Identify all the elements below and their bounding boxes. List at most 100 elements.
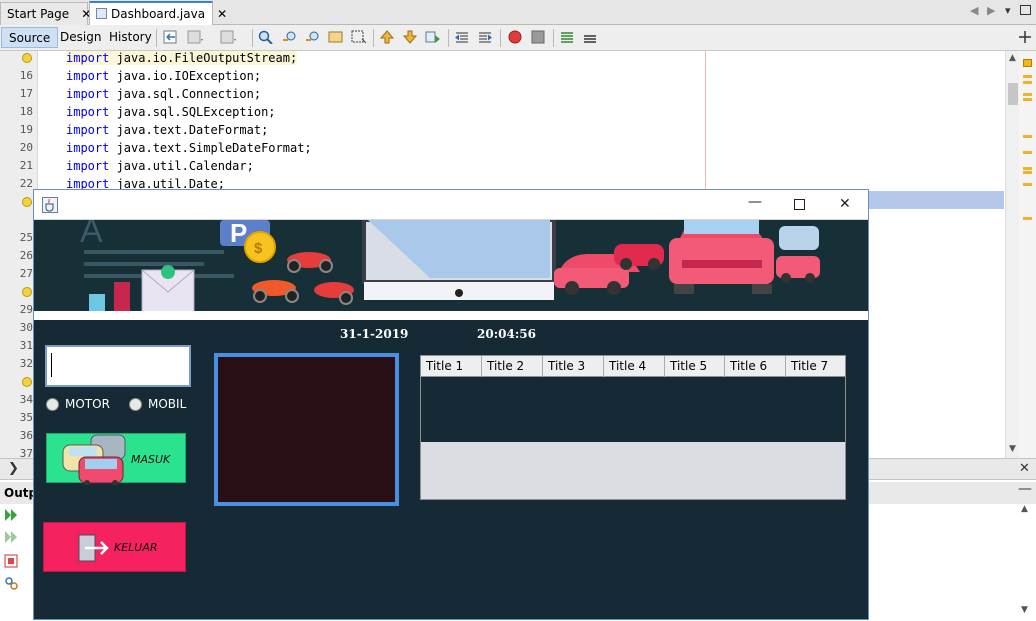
close-icon[interactable]: ✕ xyxy=(1019,461,1030,476)
hint-bulb-icon[interactable] xyxy=(22,377,32,387)
close-window-icon[interactable]: ✕ xyxy=(839,196,851,212)
close-icon[interactable]: ✕ xyxy=(217,7,227,21)
editor-tab-bar: Start Page ✕ Dashboard.java ✕ ◀ ▶ ▾ xyxy=(0,0,1036,25)
column-header[interactable]: Title 3 xyxy=(543,356,604,377)
scroll-up-icon[interactable]: ▲ xyxy=(1009,53,1016,63)
warning-mark[interactable] xyxy=(1023,81,1032,84)
forward-icon[interactable] xyxy=(220,30,236,44)
previous-bookmark-icon[interactable] xyxy=(379,30,395,44)
column-header[interactable]: Title 5 xyxy=(665,356,725,377)
start-macro-recording-icon[interactable] xyxy=(507,30,523,44)
maximize-window-icon[interactable] xyxy=(1020,5,1031,15)
radio-button-icon[interactable] xyxy=(129,398,142,411)
keyword: import xyxy=(66,159,110,173)
column-header[interactable]: Title 6 xyxy=(725,356,786,377)
settings-icon[interactable] xyxy=(4,576,18,590)
rectangular-selection-icon[interactable] xyxy=(351,30,367,44)
expand-chevron-icon[interactable]: ❯ xyxy=(8,461,19,476)
maximize-window-icon[interactable] xyxy=(794,199,805,210)
hint-bulb-icon[interactable] xyxy=(22,197,32,207)
keluar-button[interactable]: KELUAR xyxy=(43,522,186,572)
uncomment-icon[interactable] xyxy=(582,30,598,44)
radio-button-icon[interactable] xyxy=(46,398,59,411)
table-body[interactable] xyxy=(421,377,845,442)
code-line[interactable]: import java.text.DateFormat; xyxy=(66,123,268,137)
masuk-label: MASUK xyxy=(131,453,171,466)
camera-preview xyxy=(214,353,399,506)
warning-summary-icon[interactable] xyxy=(1023,59,1032,67)
code-line[interactable]: import java.sql.Connection; xyxy=(66,87,261,101)
editor-vertical-scrollbar[interactable]: ▲ ▼ xyxy=(1005,51,1019,458)
rerun-with-options-icon[interactable] xyxy=(4,530,18,544)
history-mode-button[interactable]: History xyxy=(102,27,159,48)
minimize-window-icon[interactable]: — xyxy=(748,194,762,210)
line-number: 35 xyxy=(19,411,33,424)
radio-mobil[interactable]: MOBIL xyxy=(129,397,186,411)
keyword: import xyxy=(66,123,110,137)
stop-macro-recording-icon[interactable] xyxy=(530,30,546,44)
warning-mark[interactable] xyxy=(1023,98,1032,101)
tab-dashboard-java[interactable]: Dashboard.java ✕ xyxy=(89,1,227,25)
keyword: import xyxy=(66,105,110,119)
column-header[interactable]: Title 1 xyxy=(421,356,482,377)
line-number: 36 xyxy=(19,429,33,442)
warning-mark[interactable] xyxy=(1023,93,1032,96)
masuk-button[interactable]: MASUK xyxy=(46,433,186,485)
java-cup-icon xyxy=(42,197,58,213)
warning-mark[interactable] xyxy=(1023,75,1032,78)
scroll-tabs-right-icon[interactable]: ▶ xyxy=(987,4,995,17)
stop-icon[interactable] xyxy=(4,554,18,568)
chevron-down-icon[interactable]: ▾ xyxy=(1005,4,1011,17)
column-header[interactable]: Title 4 xyxy=(604,356,665,377)
code-line[interactable]: import java.io.IOException; xyxy=(66,69,261,83)
line-number: 32 xyxy=(19,357,33,370)
rerun-icon[interactable] xyxy=(4,508,18,522)
toolbar-divider xyxy=(448,29,449,47)
code-text: java.io.IOException; xyxy=(109,69,262,83)
last-edit-icon[interactable] xyxy=(163,30,179,44)
code-line[interactable]: import java.text.SimpleDateFormat; xyxy=(66,141,312,155)
column-header[interactable]: Title 2 xyxy=(482,356,543,377)
code-line[interactable]: import java.sql.SQLException; xyxy=(66,105,276,119)
hint-bulb-icon[interactable] xyxy=(22,287,32,297)
scroll-down-icon[interactable]: ▼ xyxy=(1009,444,1016,454)
line-number: 20 xyxy=(19,141,33,154)
source-mode-button[interactable]: Source xyxy=(1,27,59,48)
column-header[interactable]: Title 7 xyxy=(786,356,845,377)
shift-right-icon[interactable] xyxy=(477,30,493,44)
minimize-icon[interactable]: — xyxy=(1018,481,1032,497)
warning-mark[interactable] xyxy=(1023,217,1032,220)
line-number: 34 xyxy=(19,393,33,406)
hint-bulb-icon[interactable] xyxy=(22,53,32,63)
radio-motor[interactable]: MOTOR xyxy=(46,397,110,411)
warning-mark[interactable] xyxy=(1023,167,1032,170)
code-text: java.text.SimpleDateFormat; xyxy=(109,141,312,155)
find-previous-icon[interactable] xyxy=(282,30,298,44)
scrollbar-thumb[interactable] xyxy=(1008,83,1018,105)
scroll-down-icon[interactable]: ▼ xyxy=(1021,605,1028,615)
code-line[interactable]: import java.util.Calendar; xyxy=(66,159,254,173)
plate-number-input[interactable] xyxy=(45,345,191,387)
toggle-bookmark-icon[interactable] xyxy=(425,30,441,44)
line-number: 27 xyxy=(19,267,33,280)
parking-app-window: — ✕ A P $ 31-1-2019 20:04:56 MOTOR MOBIL… xyxy=(33,189,869,620)
scroll-up-icon[interactable]: ▲ xyxy=(1021,504,1028,514)
comment-icon[interactable] xyxy=(559,30,575,44)
find-icon[interactable] xyxy=(258,30,274,44)
vehicle-table[interactable]: Title 1 Title 2 Title 3 Title 4 Title 5 … xyxy=(420,355,846,500)
design-mode-button[interactable]: Design xyxy=(53,27,108,48)
toggle-highlight-icon[interactable] xyxy=(328,30,344,44)
warning-mark[interactable] xyxy=(1023,151,1032,154)
next-bookmark-icon[interactable] xyxy=(402,30,418,44)
java-file-icon xyxy=(96,8,107,19)
warning-mark[interactable] xyxy=(1023,171,1032,174)
tab-start-page[interactable]: Start Page ✕ xyxy=(0,2,91,25)
back-icon[interactable] xyxy=(187,30,203,44)
split-window-icon[interactable] xyxy=(1017,30,1033,44)
code-line[interactable]: import java.io.FileOutputStream; xyxy=(66,51,298,65)
warning-mark[interactable] xyxy=(1023,183,1032,186)
warning-mark[interactable] xyxy=(1023,135,1032,138)
find-next-icon[interactable] xyxy=(305,30,321,44)
shift-left-icon[interactable] xyxy=(454,30,470,44)
scroll-tabs-left-icon[interactable]: ◀ xyxy=(970,4,978,17)
